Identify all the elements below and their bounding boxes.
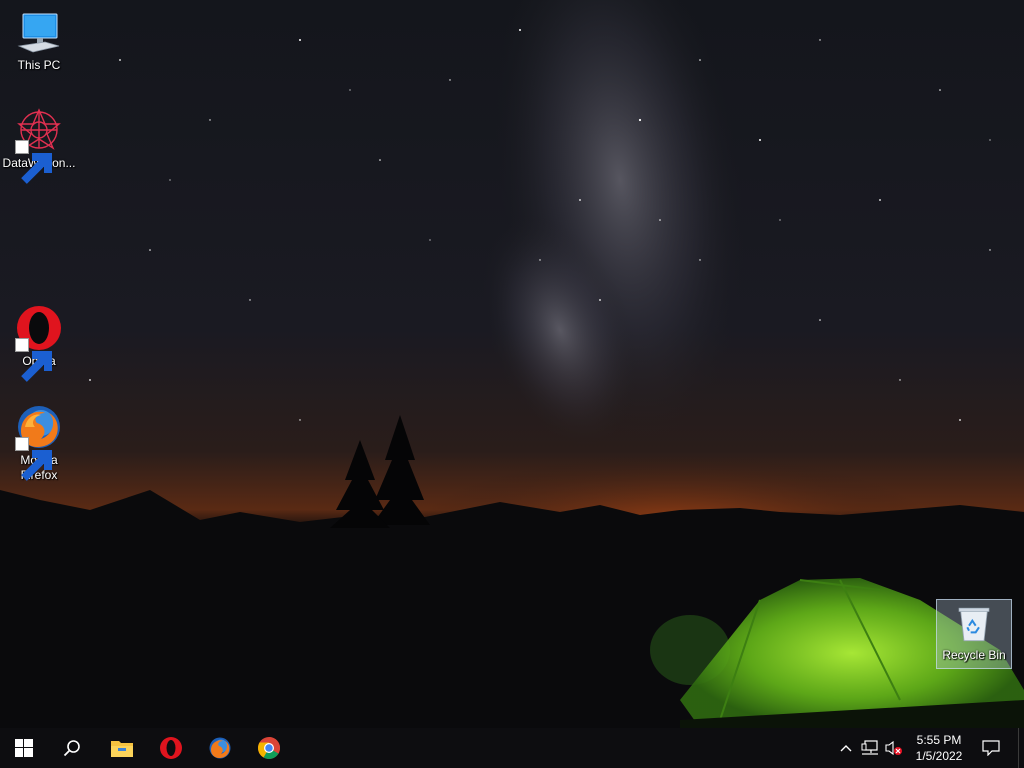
- shortcut-arrow-icon: [15, 140, 52, 184]
- desktop[interactable]: This PC DataWagon... Opera Mozilla Firef…: [0, 0, 1024, 728]
- search-button[interactable]: [48, 728, 96, 768]
- taskbar-clock[interactable]: 5:55 PM 1/5/2022: [900, 732, 978, 764]
- opera-icon: [160, 737, 182, 759]
- chevron-up-icon: [840, 745, 852, 752]
- clock-date: 1/5/2022: [915, 749, 963, 763]
- network-button[interactable]: [860, 738, 880, 758]
- opera-icon: [15, 304, 63, 382]
- this-pc-icon: [15, 8, 63, 56]
- datawagon-icon: [15, 106, 63, 184]
- folder-icon: [111, 741, 133, 757]
- wallpaper-starry-night: [0, 0, 1024, 728]
- taskbar-file-explorer[interactable]: [98, 728, 146, 768]
- shortcut-arrow-icon: [15, 338, 52, 382]
- taskbar-chrome[interactable]: [245, 728, 293, 768]
- desktop-icon-opera[interactable]: Opera: [1, 304, 77, 382]
- desktop-icon-label: Recycle Bin: [942, 648, 1006, 662]
- chrome-icon: [258, 737, 280, 759]
- recycle-bin-icon: [954, 604, 994, 644]
- clock-time: 5:55 PM: [916, 733, 962, 747]
- search-icon: [63, 740, 80, 757]
- taskbar: 5:55 PM 1/5/2022: [0, 728, 1024, 768]
- notification-icon: [982, 740, 1000, 756]
- network-icon: [861, 740, 878, 755]
- desktop-icon-datawagon[interactable]: DataWagon...: [1, 106, 77, 184]
- action-center-button[interactable]: [981, 738, 1001, 758]
- desktop-icon-firefox[interactable]: Mozilla Firefox: [1, 403, 77, 483]
- desktop-icon-this-pc[interactable]: This PC: [1, 8, 77, 73]
- firefox-icon: [209, 737, 231, 759]
- shortcut-arrow-icon: [15, 437, 52, 481]
- taskbar-opera[interactable]: [147, 728, 195, 768]
- taskbar-firefox[interactable]: [196, 728, 244, 768]
- desktop-icon-label: This PC: [17, 58, 61, 72]
- start-button[interactable]: [0, 728, 48, 768]
- show-hidden-icons-button[interactable]: [836, 738, 856, 758]
- show-desktop-button[interactable]: [1018, 728, 1024, 768]
- desktop-icon-recycle-bin[interactable]: Recycle Bin: [936, 599, 1012, 669]
- firefox-icon: [15, 403, 63, 481]
- windows-logo-icon: [15, 739, 33, 757]
